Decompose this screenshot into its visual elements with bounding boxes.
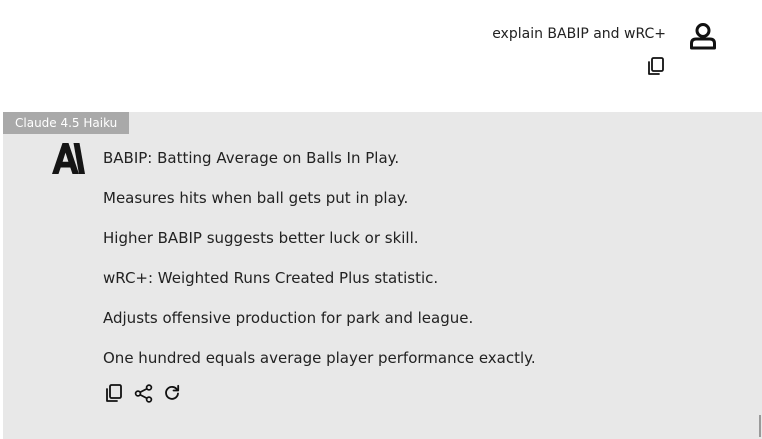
copy-icon[interactable] [647,57,665,76]
message-actions [104,382,182,404]
user-icon [690,23,716,50]
user-message-text: explain BABIP and wRC+ [492,26,666,42]
resize-handle[interactable] [759,415,761,437]
share-icon [134,383,152,403]
answer-paragraph: BABIP: Batting Average on Balls In Play. [103,149,400,167]
answer-paragraph: One hundred equals average player perfor… [103,349,536,367]
regenerate-button[interactable] [162,383,182,403]
regenerate-icon [165,384,180,400]
copy-icon [106,383,122,402]
answer-paragraph: wRC+: Weighted Runs Created Plus statist… [103,269,439,287]
assistant-message: Claude 4.5 Haiku BABIP: Batting Average … [3,112,762,439]
answer-paragraph: Measures hits when ball gets put in play… [103,189,409,207]
answer-paragraph: Adjusts offensive production for park an… [103,309,474,327]
copy-button[interactable] [104,383,124,403]
share-button[interactable] [133,383,153,403]
answer-paragraph: Higher BABIP suggests better luck or ski… [103,229,419,247]
assistant-answer: BABIP: Batting Average on Balls In Play.… [103,149,743,389]
model-badge: Claude 4.5 Haiku [3,112,130,134]
user-message-row: explain BABIP and wRC+ [0,0,762,112]
anthropic-logo-icon [52,143,85,174]
